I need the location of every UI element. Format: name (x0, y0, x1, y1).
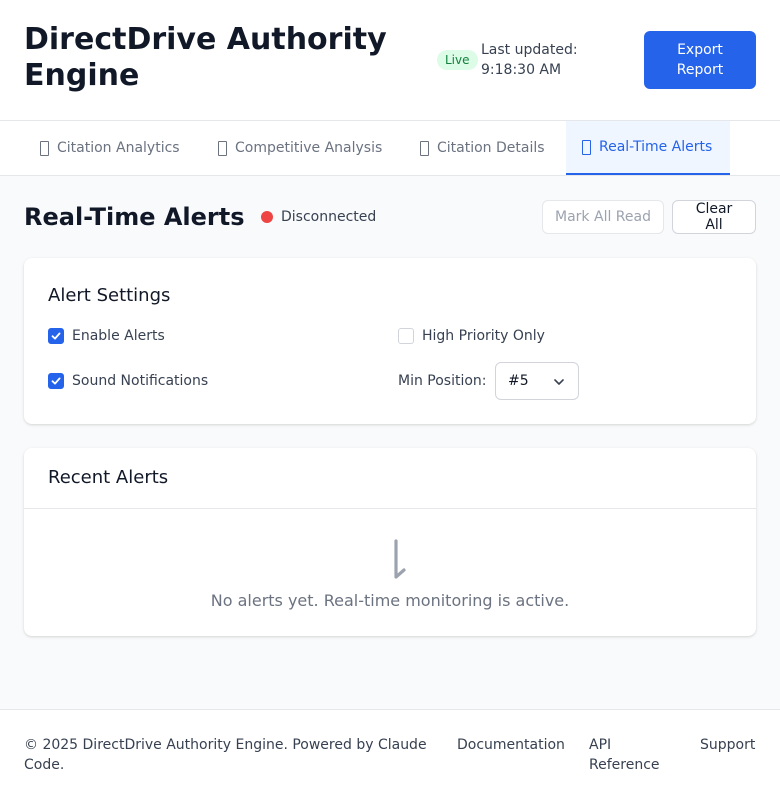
connection-status-label: Disconnected (281, 209, 377, 225)
bell-icon (394, 539, 406, 579)
footer-link-api-reference[interactable]: API Reference (589, 735, 669, 775)
enable-alerts-setting[interactable]: Enable Alerts (48, 328, 165, 344)
enable-alerts-label: Enable Alerts (72, 328, 165, 344)
connection-status: Disconnected (261, 208, 376, 226)
sound-notifications-setting[interactable]: Sound Notifications (48, 373, 208, 389)
page-footer: © 2025 DirectDrive Authority Engine. Pow… (0, 709, 780, 798)
tab-icon (40, 140, 49, 156)
tab-citation-details[interactable]: Citation Details (408, 121, 557, 175)
footer-link-documentation[interactable]: Documentation (457, 735, 565, 755)
tab-label: Citation Analytics (57, 140, 180, 156)
footer-link-support[interactable]: Support (700, 735, 755, 755)
mark-all-read-button[interactable]: Mark All Read (542, 200, 664, 234)
tab-bar: Citation Analytics Competitive Analysis … (0, 121, 780, 176)
high-priority-only-label: High Priority Only (422, 328, 545, 344)
min-position-value: #5 (508, 373, 529, 389)
recent-alerts-card: Recent Alerts No alerts yet. Real-time m… (24, 448, 756, 636)
sound-notifications-label: Sound Notifications (72, 373, 209, 389)
status-dot-icon (261, 211, 273, 223)
alert-settings-title: Alert Settings (48, 285, 171, 306)
copyright-text: © 2025 DirectDrive Authority Engine. Pow… (24, 737, 427, 773)
card-divider (24, 508, 756, 509)
min-position-label: Min Position: (398, 373, 487, 389)
min-position-select[interactable]: #5 (495, 362, 579, 400)
high-priority-only-setting[interactable]: High Priority Only (398, 328, 545, 344)
empty-state-message: No alerts yet. Real-time monitoring is a… (210, 591, 570, 610)
page-title: Real-Time Alerts (24, 203, 245, 231)
tab-icon (218, 140, 227, 156)
high-priority-only-checkbox[interactable] (398, 328, 414, 344)
app-title: DirectDrive Authority Engine (24, 22, 387, 93)
tab-label: Competitive Analysis (235, 140, 383, 156)
last-updated-timestamp: Last updated: 9:18:30 AM (481, 42, 578, 78)
export-report-button[interactable]: Export Report (644, 31, 756, 89)
recent-alerts-title: Recent Alerts (48, 467, 169, 488)
tab-label: Real-Time Alerts (599, 139, 713, 155)
tab-label: Citation Details (437, 140, 545, 156)
tab-icon (420, 140, 429, 156)
app-header: DirectDrive Authority Engine Live Last u… (0, 0, 780, 121)
tab-real-time-alerts[interactable]: Real-Time Alerts (566, 121, 730, 175)
tab-competitive-analysis[interactable]: Competitive Analysis (206, 121, 394, 175)
alert-settings-card: Alert Settings Enable Alerts High Priori… (24, 258, 756, 424)
sound-notifications-checkbox[interactable] (48, 373, 64, 389)
chevron-down-icon (554, 379, 564, 385)
enable-alerts-checkbox[interactable] (48, 328, 64, 344)
tab-citation-analytics[interactable]: Citation Analytics (28, 121, 192, 175)
clear-all-button[interactable]: Clear All (672, 200, 756, 234)
live-badge: Live (437, 50, 478, 70)
tab-icon (582, 139, 591, 155)
